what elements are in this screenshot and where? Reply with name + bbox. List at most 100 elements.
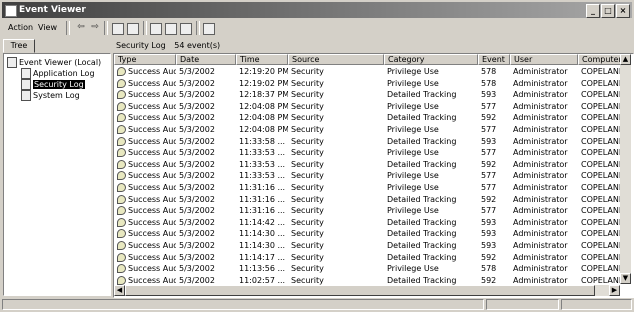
- cell-category: Privilege Use: [387, 171, 439, 181]
- cell-category: Privilege Use: [387, 264, 439, 274]
- cell-date: 5/3/2002: [179, 206, 215, 216]
- cell-date: 5/3/2002: [179, 67, 215, 76]
- toolbar-separator: [196, 21, 200, 35]
- table-row[interactable]: Success Audit5/3/2002 12:19:02 PMSecurity…: [114, 78, 625, 90]
- table-row[interactable]: Success Audit5/3/2002 11:31:16 ... Securit…: [114, 205, 625, 217]
- cell-type: Success Audit: [114, 252, 176, 263]
- tree-item-security-log[interactable]: Security Log: [21, 79, 85, 90]
- show-hide-tree-icon[interactable]: [127, 23, 139, 35]
- cell-date: 5/3/2002: [179, 171, 215, 181]
- table-row[interactable]: Success Audit5/3/2002 11:33:53 ... Securit…: [114, 147, 625, 159]
- table-row[interactable]: Success Audit5/3/2002 11:14:42 ... Securit…: [114, 217, 625, 229]
- maximize-button[interactable]: □: [601, 4, 615, 18]
- cell-event: 578: [481, 264, 497, 274]
- table-row[interactable]: Success Audit5/3/2002 11:14:30 ... Securit…: [114, 228, 625, 240]
- cell-computer: COPELAND: [581, 264, 626, 274]
- window-controls: _ □ ×: [585, 4, 630, 18]
- table-row[interactable]: Success Audit5/3/2002 11:13:56 ... Securit…: [114, 263, 625, 275]
- cell-date: 5/3/2002: [179, 252, 215, 262]
- cell-user: Administrator: [513, 252, 568, 262]
- column-header-time[interactable]: Time: [236, 54, 288, 65]
- cell-event: 592: [481, 194, 497, 204]
- event-type-label: Success Audit: [128, 171, 176, 181]
- column-header-source[interactable]: Source: [288, 54, 384, 65]
- column-header-date[interactable]: Date: [176, 54, 236, 65]
- back-arrow-icon[interactable]: ⇦: [74, 21, 88, 34]
- scroll-down-icon[interactable]: ▼: [620, 273, 631, 284]
- cell-user: Administrator: [513, 217, 568, 227]
- tree-item-system-log[interactable]: System Log: [21, 90, 80, 101]
- table-row[interactable]: Success Audit5/3/2002 11:33:53 ... Securit…: [114, 159, 625, 171]
- cell-computer: COPELAND: [581, 136, 626, 146]
- status-pane: [486, 299, 559, 310]
- scroll-thumb[interactable]: [125, 285, 595, 296]
- cell-source: Security: [291, 229, 324, 239]
- table-row[interactable]: Success Audit5/3/2002 12:18:37 PMSecurity…: [114, 89, 625, 101]
- table-row[interactable]: Success Audit5/3/2002 11:14:30 ... Securit…: [114, 240, 625, 252]
- table-row[interactable]: Success Audit5/3/2002 11:31:16 ... Securit…: [114, 182, 625, 194]
- cell-type: Success Audit: [114, 205, 176, 216]
- key-icon: [117, 148, 126, 158]
- up-one-level-icon[interactable]: [112, 23, 124, 35]
- event-type-label: Success Audit: [128, 90, 176, 100]
- export-list-icon[interactable]: [180, 23, 192, 35]
- table-row[interactable]: Success Audit5/3/2002 11:31:16 ... Securit…: [114, 194, 625, 206]
- table-row[interactable]: Success Audit5/3/2002 11:14:17 ... Securit…: [114, 252, 625, 264]
- key-icon: [117, 90, 126, 100]
- event-type-label: Success Audit: [128, 275, 176, 285]
- tree-item-root[interactable]: Event Viewer (Local): [7, 57, 101, 68]
- help-icon[interactable]: [203, 23, 215, 35]
- minimize-button[interactable]: _: [586, 4, 600, 18]
- cell-category: Detailed Tracking: [387, 229, 457, 239]
- forward-arrow-icon[interactable]: ⇨: [88, 21, 102, 34]
- cell-source: Security: [291, 125, 324, 134]
- column-header-computer[interactable]: Computer: [578, 54, 626, 65]
- cell-type: Success Audit: [114, 228, 176, 239]
- column-header-type[interactable]: Type: [114, 54, 176, 65]
- cell-event: 577: [481, 101, 497, 111]
- table-row[interactable]: Success Audit5/3/2002 12:04:08 PMSecurity…: [114, 124, 625, 136]
- scroll-left-icon[interactable]: ◀: [114, 285, 125, 296]
- tab-tree[interactable]: Tree: [3, 39, 35, 53]
- table-row[interactable]: Success Audit5/3/2002 11:33:58 ... Securit…: [114, 136, 625, 148]
- table-row[interactable]: Success Audit5/3/2002 12:04:08 PMSecurity…: [114, 101, 625, 113]
- table-row[interactable]: Success Audit5/3/2002 11:33:53 ... Securit…: [114, 170, 625, 182]
- log-icon: [21, 90, 31, 101]
- cell-computer: COPELAND: [581, 159, 626, 169]
- column-header-event[interactable]: Event: [478, 54, 510, 65]
- cell-type: Success Audit: [114, 263, 176, 274]
- cell-type: Success Audit: [114, 101, 176, 112]
- cell-category: Detailed Tracking: [387, 252, 457, 262]
- cell-date: 5/3/2002: [179, 90, 215, 100]
- vertical-scrollbar[interactable]: ▲ ▼: [620, 54, 631, 284]
- cell-date: 5/3/2002: [179, 217, 215, 227]
- event-type-label: Success Audit: [128, 159, 176, 169]
- key-icon: [117, 217, 126, 227]
- cell-event: 577: [481, 183, 497, 192]
- cell-date: 5/3/2002: [179, 101, 215, 111]
- key-icon: [117, 241, 126, 250]
- event-type-label: Success Audit: [128, 264, 176, 274]
- cell-source: Security: [291, 136, 324, 146]
- tree-item-application-log[interactable]: Application Log: [21, 68, 95, 79]
- properties-icon[interactable]: [150, 23, 162, 35]
- table-row[interactable]: Success Audit5/3/2002 12:19:20 PMSecurity…: [114, 66, 625, 78]
- cell-user: Administrator: [513, 113, 568, 123]
- menu-action[interactable]: Action: [8, 22, 33, 34]
- cell-date: 5/3/2002: [179, 194, 215, 204]
- menu-view[interactable]: View: [38, 22, 57, 34]
- event-type-label: Success Audit: [128, 125, 176, 134]
- horizontal-scrollbar[interactable]: ◀ ▶: [114, 285, 620, 296]
- refresh-icon[interactable]: [165, 23, 177, 35]
- scroll-right-icon[interactable]: ▶: [609, 285, 620, 296]
- column-header-category[interactable]: Category: [384, 54, 478, 65]
- table-row[interactable]: Success Audit5/3/2002 12:04:08 PMSecurity…: [114, 112, 625, 124]
- column-header-user[interactable]: User: [510, 54, 578, 65]
- cell-time: 11:14:30 ...: [239, 241, 286, 250]
- cell-type: Success Audit: [114, 112, 176, 123]
- cell-source: Security: [291, 194, 324, 204]
- close-button[interactable]: ×: [616, 4, 630, 18]
- scroll-up-icon[interactable]: ▲: [620, 54, 631, 65]
- cell-time: 12:18:37 PM: [239, 90, 288, 100]
- cell-source: Security: [291, 67, 324, 76]
